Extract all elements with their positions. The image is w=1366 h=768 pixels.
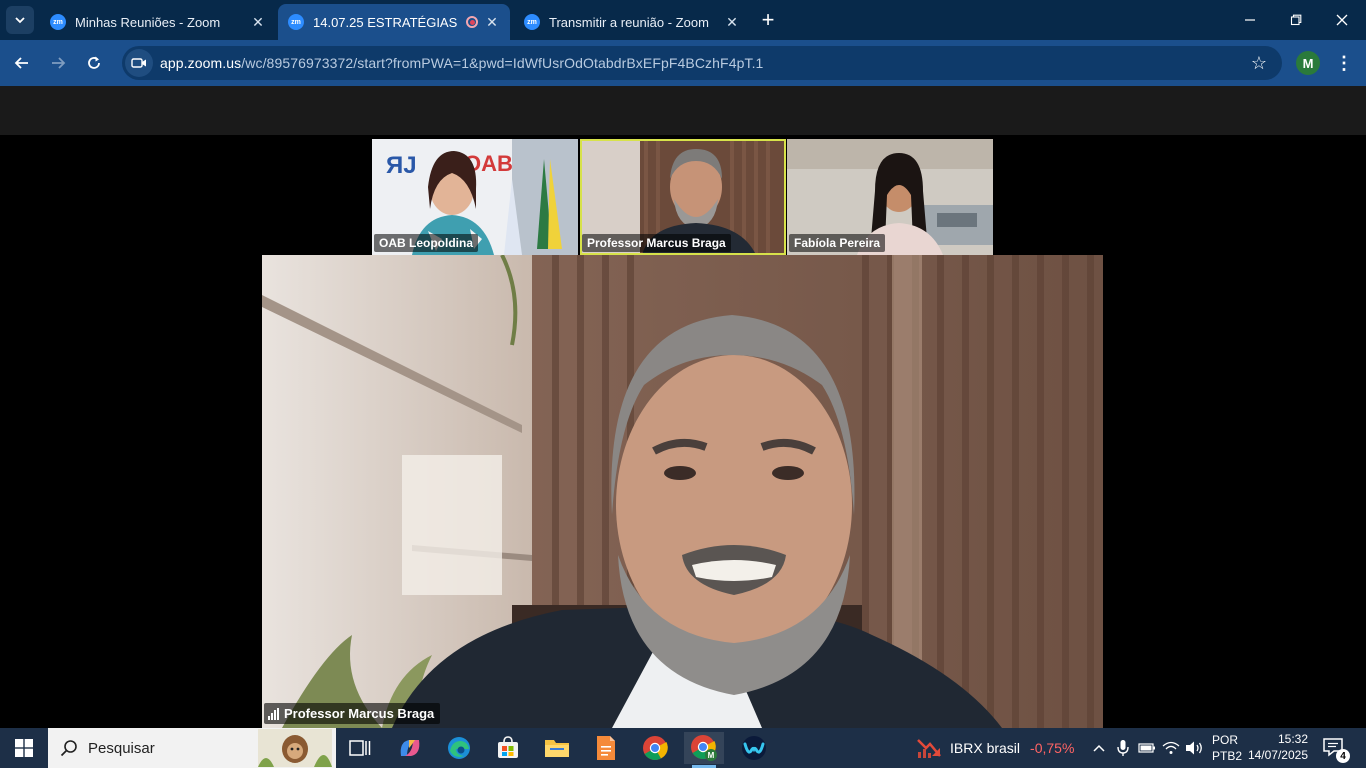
ticker-name: IBRX brasil <box>950 740 1021 756</box>
input-language-indicator[interactable]: POR PTB2 <box>1212 732 1242 764</box>
tab-title: Minhas Reuniões - Zoom <box>75 14 221 30</box>
minimize-icon <box>1245 19 1255 21</box>
webex-app[interactable] <box>734 732 774 764</box>
participant-thumbnail[interactable]: Professor Marcus Braga <box>580 139 786 255</box>
wifi-icon[interactable] <box>1161 738 1181 758</box>
tab-estrategias[interactable]: zm 14.07.25 ESTRATÉGIAS CERT ✕ <box>278 4 510 40</box>
stock-ticker-widget[interactable]: IBRX brasil -0,75% <box>916 728 1074 768</box>
site-info-button[interactable] <box>125 49 153 77</box>
chrome-profile-app[interactable]: M <box>684 732 724 768</box>
chrome-icon <box>643 736 668 761</box>
tab-title: 14.07.25 ESTRATÉGIAS CERT <box>313 14 460 30</box>
chevron-down-icon <box>15 17 25 24</box>
svg-text:M: M <box>708 751 715 760</box>
microphone-icon[interactable] <box>1113 738 1133 758</box>
participant-thumbnail[interactable]: Fabíola Pereira <box>787 139 993 255</box>
volume-icon[interactable] <box>1184 738 1204 758</box>
tab-search-button[interactable] <box>6 6 34 34</box>
battery-icon[interactable] <box>1137 738 1157 758</box>
more-menu-icon[interactable]: ⋮ <box>1334 49 1354 77</box>
video-camera-icon <box>131 58 146 68</box>
start-button[interactable] <box>4 732 44 764</box>
search-highlight-image <box>258 729 332 767</box>
store-icon <box>498 736 518 758</box>
url-host: app.zoom.us <box>160 55 242 71</box>
chrome-app[interactable] <box>635 732 675 764</box>
search-placeholder: Pesquisar <box>88 739 155 757</box>
clock-date: 14/07/2025 <box>1247 748 1308 762</box>
tab-title: Transmitir a reunião - Zoom <box>549 14 709 30</box>
participant-name: Professor Marcus Braga <box>582 234 731 252</box>
taskbar-search[interactable]: Pesquisar <box>48 728 336 768</box>
language-code: POR <box>1212 733 1239 747</box>
webex-icon <box>742 736 766 760</box>
notification-count-badge: 4 <box>1336 749 1350 763</box>
task-view-icon <box>349 740 371 756</box>
zoom-favicon-icon: zm <box>50 14 66 30</box>
tab-minhas-reunioes[interactable]: zm Minhas Reuniões - Zoom ✕ <box>40 4 276 40</box>
close-icon <box>1336 14 1348 26</box>
zoom-favicon-icon: zm <box>524 14 540 30</box>
main-speaker-video[interactable]: Professor Marcus Braga <box>262 255 1103 728</box>
stock-chart-icon <box>917 739 941 758</box>
profile-avatar[interactable]: M <box>1296 51 1320 75</box>
docs-icon <box>597 736 615 760</box>
speaker-name-label: Professor Marcus Braga <box>264 703 441 724</box>
edge-app[interactable] <box>439 732 479 764</box>
chevron-up-icon[interactable] <box>1089 738 1109 758</box>
browser-toolbar: app.zoom.us/wc/89576973372/start?fromPWA… <box>0 40 1366 86</box>
keyboard-layout: PTB2 <box>1212 749 1243 763</box>
participant-thumbnail[interactable]: ЯJ OAB OAB Leopoldina <box>372 139 578 255</box>
tab-transmitir-reuniao[interactable]: zm Transmitir a reunião - Zoom ✕ <box>514 4 750 40</box>
svg-text:ЯJ: ЯJ <box>386 152 417 179</box>
participant-name: Fabíola Pereira <box>789 234 886 252</box>
ticker-change: -0,75% <box>1030 740 1075 756</box>
edge-icon <box>448 737 470 759</box>
file-explorer-app[interactable] <box>537 732 577 764</box>
windows-logo-icon <box>15 739 33 757</box>
address-bar[interactable]: app.zoom.us/wc/89576973372/start?fromPWA… <box>122 46 1282 80</box>
close-icon[interactable]: ✕ <box>484 14 500 30</box>
notification-center-button[interactable]: 4 <box>1322 737 1350 763</box>
system-clock[interactable]: 15:32 14/07/2025 <box>1246 731 1308 763</box>
close-icon[interactable]: ✕ <box>250 14 266 30</box>
meeting-stage: ЯJ OAB OAB Leopoldina Professor Marcus B… <box>0 135 1366 728</box>
arrow-right-icon <box>52 57 66 69</box>
back-button[interactable] <box>8 49 36 77</box>
docs-app[interactable] <box>586 732 626 764</box>
windows-taskbar: Pesquisar M IBRX brasil -0,75% POR PTB2 … <box>0 728 1366 768</box>
close-window-button[interactable] <box>1322 6 1362 34</box>
close-icon[interactable]: ✕ <box>724 14 740 30</box>
clock-time: 15:32 <box>1277 732 1308 746</box>
zoom-favicon-icon: zm <box>288 14 304 30</box>
bookmark-star-icon[interactable]: ☆ <box>1250 54 1268 72</box>
file-explorer-icon <box>545 740 569 757</box>
recording-icon <box>466 16 478 28</box>
forward-button[interactable] <box>44 49 72 77</box>
connection-signal-icon <box>268 707 279 720</box>
chrome-profile-icon: M <box>691 735 717 761</box>
meeting-top-bar <box>0 86 1366 135</box>
store-app[interactable] <box>488 732 528 764</box>
minimize-button[interactable] <box>1230 6 1270 34</box>
copilot-app[interactable] <box>390 732 430 764</box>
task-view-button[interactable] <box>340 732 380 764</box>
participant-name: OAB Leopoldina <box>374 234 478 252</box>
new-tab-button[interactable]: + <box>756 7 780 32</box>
reload-button[interactable] <box>80 49 108 77</box>
speaker-name: Professor Marcus Braga <box>284 706 435 721</box>
search-icon <box>60 740 77 757</box>
browser-tab-bar: zm Minhas Reuniões - Zoom ✕ zm 14.07.25 … <box>0 0 1366 40</box>
arrow-left-icon <box>14 57 28 69</box>
restore-icon <box>1290 14 1302 26</box>
reload-icon <box>88 56 100 69</box>
speaker-video-frame <box>262 255 1103 728</box>
url-path: /wc/89576973372/start?fromPWA=1&pwd=IdWf… <box>241 55 764 71</box>
copilot-icon <box>400 740 420 756</box>
url-text: app.zoom.us/wc/89576973372/start?fromPWA… <box>160 55 763 71</box>
restore-button[interactable] <box>1276 6 1316 34</box>
